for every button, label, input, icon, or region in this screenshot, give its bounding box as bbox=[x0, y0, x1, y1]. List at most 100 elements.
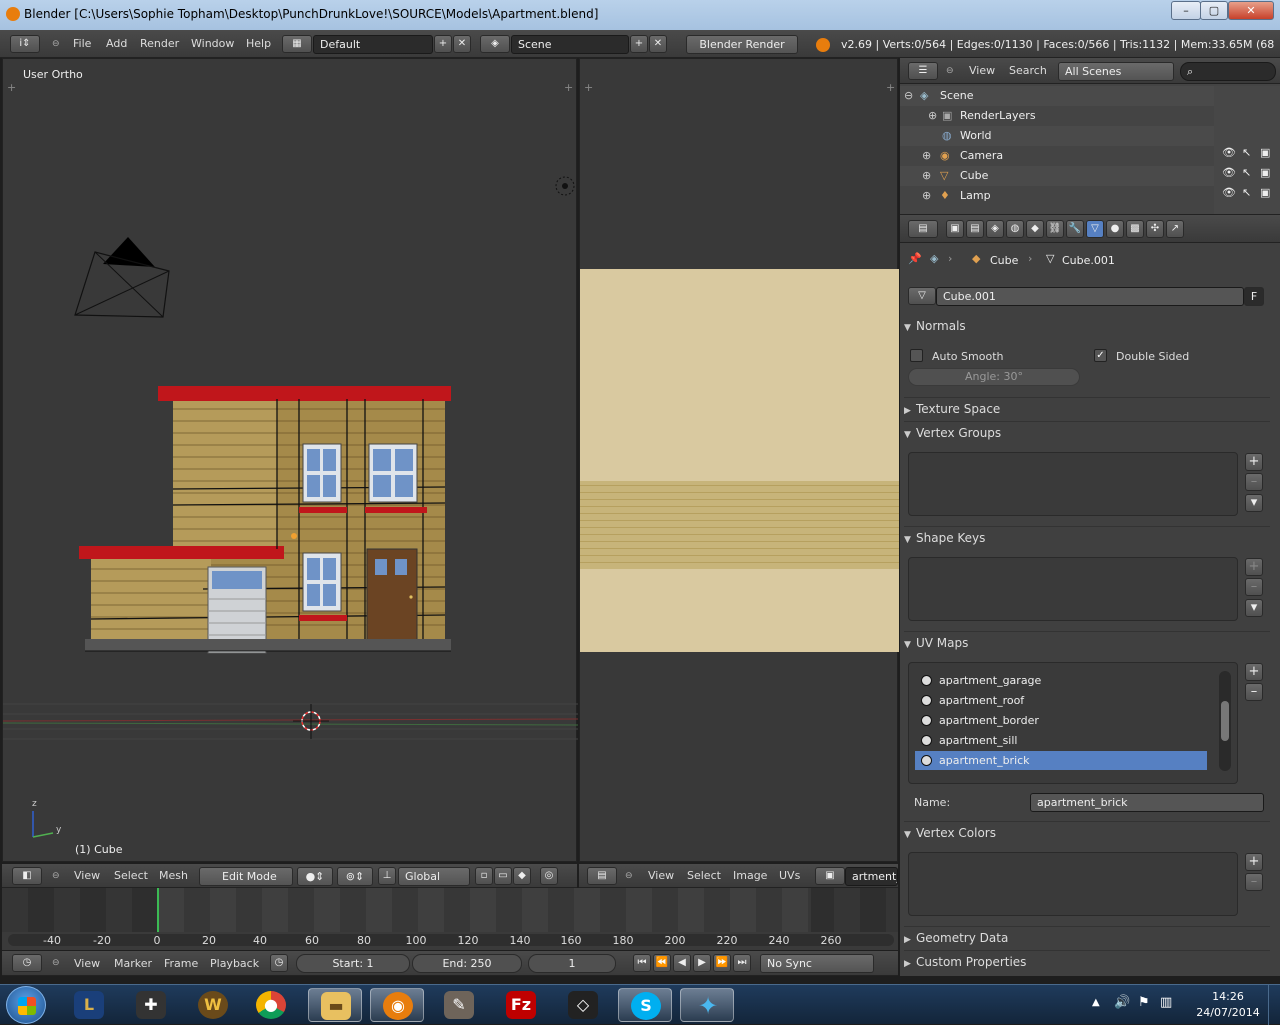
tab-mesh-data-icon[interactable]: ▽ bbox=[1086, 220, 1104, 238]
3d-viewport[interactable]: User Ortho + + z y (1) Cube bbox=[2, 58, 578, 862]
uv-menu-uvs[interactable]: UVs bbox=[779, 864, 800, 888]
pin-icon[interactable]: 📌 bbox=[908, 252, 922, 265]
uv-map-item[interactable]: apartment_sill bbox=[915, 731, 1207, 750]
start-button[interactable] bbox=[6, 986, 46, 1024]
tab-physics-icon[interactable]: ↗ bbox=[1166, 220, 1184, 238]
jump-end-icon[interactable]: ⏭ bbox=[733, 954, 751, 972]
fake-user-button[interactable]: F bbox=[1244, 287, 1264, 306]
auto-smooth-angle-slider[interactable]: Angle: 30° bbox=[908, 368, 1080, 386]
screen-layout-icon[interactable]: ▦ bbox=[282, 35, 312, 53]
show-desktop-button[interactable] bbox=[1268, 985, 1280, 1025]
cube-select-cursor-icon[interactable]: ↖ bbox=[1242, 166, 1251, 179]
scene-icon[interactable]: ◈ bbox=[480, 35, 510, 53]
shape-keys-list[interactable] bbox=[908, 557, 1238, 621]
vertex-select-icon[interactable]: ▫ bbox=[475, 867, 493, 885]
menu-render[interactable]: Render bbox=[140, 30, 179, 58]
collapse-icon[interactable]: ⊖ bbox=[904, 86, 913, 106]
editor-type-timeline-icon[interactable]: ◷ bbox=[12, 954, 42, 972]
editor-type-3d-icon[interactable]: ◧ bbox=[12, 867, 42, 885]
ol-collapse-menu-icon[interactable]: ⊖ bbox=[946, 58, 954, 84]
tab-render-layers-icon[interactable]: ▤ bbox=[966, 220, 984, 238]
editor-type-outliner-icon[interactable]: ☰ bbox=[908, 62, 938, 80]
taskbar-app-explorer[interactable]: ▬ bbox=[308, 988, 362, 1022]
vertex-groups-list[interactable] bbox=[908, 452, 1238, 516]
expand-icon[interactable]: ⊕ bbox=[922, 166, 931, 186]
tray-time[interactable]: 14:26 bbox=[1196, 990, 1260, 1003]
jump-start-icon[interactable]: ⏮ bbox=[633, 954, 651, 972]
tray-flag-icon[interactable]: ⚑ bbox=[1138, 995, 1150, 1010]
tab-constraints-icon[interactable]: ⛓ bbox=[1046, 220, 1064, 238]
editor-type-info-icon[interactable]: i⇕ bbox=[10, 35, 40, 53]
taskbar-app-unity[interactable]: ◇ bbox=[556, 988, 610, 1022]
outliner-item-world[interactable]: ◍ World bbox=[900, 126, 1214, 146]
vertex-colors-list[interactable] bbox=[908, 852, 1238, 916]
tray-network-icon[interactable]: ▥ bbox=[1160, 995, 1172, 1010]
shape-key-specials-button[interactable]: ▾ bbox=[1245, 599, 1263, 617]
uv-map-add-button[interactable]: + bbox=[1245, 663, 1263, 681]
outliner-item-lamp[interactable]: ⊕ ♦ Lamp bbox=[900, 186, 1214, 206]
tab-modifiers-icon[interactable]: 🔧 bbox=[1066, 220, 1084, 238]
end-frame-field[interactable]: End: 250 bbox=[412, 954, 522, 973]
vertex-color-remove-button[interactable]: – bbox=[1245, 873, 1263, 891]
outliner-item-renderlayers[interactable]: ⊕ ▣ RenderLayers bbox=[900, 106, 1214, 126]
minimize-button[interactable]: – bbox=[1171, 1, 1201, 20]
viewport-shading-dropdown[interactable]: ●⇕ bbox=[297, 867, 333, 886]
3d-menu-mesh[interactable]: Mesh bbox=[159, 864, 188, 888]
sync-mode-dropdown[interactable]: No Sync bbox=[760, 954, 874, 973]
uv-collapse-menu-icon[interactable]: ⊖ bbox=[625, 864, 633, 888]
uv-list-scrollbar[interactable] bbox=[1219, 671, 1231, 771]
lamp-render-icon[interactable]: ▣ bbox=[1260, 186, 1270, 199]
uv-map-item[interactable]: apartment_border bbox=[915, 711, 1207, 730]
menu-add[interactable]: Add bbox=[106, 30, 127, 58]
editor-type-properties-icon[interactable]: ▤ bbox=[908, 220, 938, 238]
ol-menu-view[interactable]: View bbox=[969, 58, 995, 84]
taskbar-app-game[interactable]: ✚ bbox=[124, 988, 178, 1022]
remove-scene-icon[interactable]: ✕ bbox=[649, 35, 667, 53]
lamp-select-cursor-icon[interactable]: ↖ bbox=[1242, 186, 1251, 199]
tray-show-hidden-icon[interactable]: ▲ bbox=[1092, 997, 1100, 1008]
tab-texture-icon[interactable]: ▩ bbox=[1126, 220, 1144, 238]
tab-object-icon[interactable]: ◆ bbox=[1026, 220, 1044, 238]
3d-collapse-menu-icon[interactable]: ⊖ bbox=[52, 864, 60, 888]
lamp-visibility-eye-icon[interactable]: 👁 bbox=[1222, 186, 1236, 199]
expand-icon[interactable]: ⊕ bbox=[922, 186, 931, 206]
outliner-item-camera[interactable]: ⊕ ◉ Camera bbox=[900, 146, 1214, 166]
add-scene-icon[interactable]: + bbox=[630, 35, 648, 53]
image-browse-icon[interactable]: ▣ bbox=[815, 867, 845, 885]
timeline-scrollbar[interactable] bbox=[8, 934, 894, 946]
3d-menu-view[interactable]: View bbox=[74, 864, 100, 888]
cube-render-icon[interactable]: ▣ bbox=[1260, 166, 1270, 179]
uv-list-scrollbar-thumb[interactable] bbox=[1221, 701, 1229, 741]
tray-date[interactable]: 24/07/2014 bbox=[1192, 1006, 1264, 1019]
tab-particles-icon[interactable]: ✣ bbox=[1146, 220, 1164, 238]
tab-world-icon[interactable]: ◍ bbox=[1006, 220, 1024, 238]
transform-orientation-dropdown[interactable]: Global bbox=[398, 867, 470, 886]
maximize-button[interactable]: ▢ bbox=[1200, 1, 1228, 20]
start-frame-field[interactable]: Start: 1 bbox=[296, 954, 410, 973]
uv-properties-toggle-icon[interactable]: + bbox=[886, 81, 895, 94]
mode-dropdown[interactable]: Edit Mode bbox=[199, 867, 293, 886]
render-engine-dropdown[interactable]: Blender Render bbox=[686, 35, 798, 54]
uv-menu-view[interactable]: View bbox=[648, 864, 674, 888]
jump-keyframe-forward-icon[interactable]: ⏩ bbox=[713, 954, 731, 972]
uv-image-editor[interactable]: + + bbox=[579, 58, 899, 862]
panel-custom-properties-header[interactable]: ▶ Custom Properties bbox=[904, 950, 1270, 972]
panel-geometry-data-header[interactable]: ▶ Geometry Data bbox=[904, 926, 1270, 948]
collapse-menu-icon[interactable]: ⊖ bbox=[52, 30, 60, 58]
play-reverse-icon[interactable]: ◀ bbox=[673, 954, 691, 972]
uv-tool-shelf-toggle-icon[interactable]: + bbox=[584, 81, 593, 94]
vertex-group-specials-button[interactable]: ▾ bbox=[1245, 494, 1263, 512]
preview-range-icon[interactable]: ◷ bbox=[270, 954, 288, 972]
menu-help[interactable]: Help bbox=[246, 30, 271, 58]
panel-vertex-colors-header[interactable]: ▼ Vertex Colors bbox=[904, 821, 1270, 843]
taskbar-app-skype[interactable]: S bbox=[618, 988, 672, 1022]
uv-maps-list[interactable]: apartment_garage apartment_roof apartmen… bbox=[908, 662, 1238, 784]
panel-uv-maps-header[interactable]: ▼ UV Maps bbox=[904, 631, 1270, 653]
taskbar-app-chrome[interactable]: ● bbox=[244, 988, 298, 1022]
tl-menu-playback[interactable]: Playback bbox=[210, 951, 259, 976]
ol-menu-search[interactable]: Search bbox=[1009, 58, 1047, 84]
taskbar-app-league[interactable]: L bbox=[62, 988, 116, 1022]
uv-menu-image[interactable]: Image bbox=[733, 864, 767, 888]
mesh-browse-icon[interactable]: ▽ bbox=[908, 287, 936, 305]
shape-key-remove-button[interactable]: – bbox=[1245, 578, 1263, 596]
